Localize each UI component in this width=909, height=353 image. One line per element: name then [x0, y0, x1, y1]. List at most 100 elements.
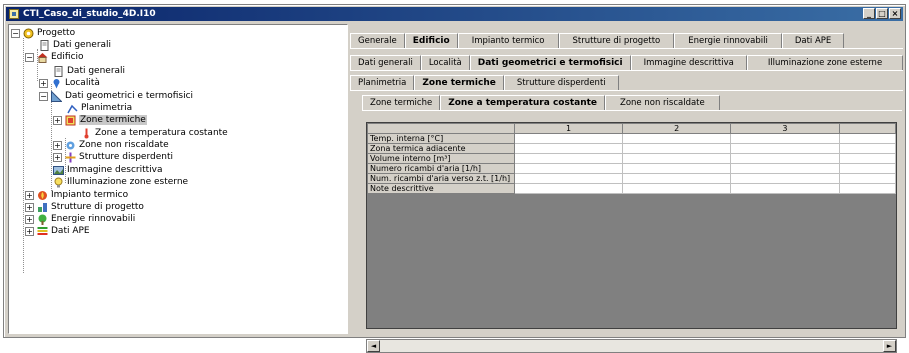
maximize-button[interactable]: □	[876, 8, 888, 19]
app-window: CTI_Caso_di_studio_4D.I10 _ □ × − Proget…	[3, 4, 906, 353]
tree-item-strutture-disperdenti[interactable]: + Strutture disperdenti	[53, 151, 173, 163]
tab-dati-ape[interactable]: Dati APE	[781, 33, 845, 48]
expand-icon[interactable]: +	[53, 152, 62, 162]
tree-item-zone-termiche[interactable]: + Zone termiche	[53, 114, 147, 126]
tab-dati-generali[interactable]: Dati generali	[350, 55, 421, 70]
scroll-track[interactable]: ◄ ►	[366, 339, 897, 353]
row-header: Num. ricambi d'aria verso z.t. [1/h]	[367, 173, 515, 184]
expand-icon[interactable]: +	[25, 190, 34, 200]
tree-item-dati-ape[interactable]: + Dati APE	[25, 225, 90, 237]
expand-icon[interactable]: +	[39, 78, 48, 88]
tab-planimetria[interactable]: Planimetria	[350, 75, 415, 90]
grid-cell[interactable]	[622, 173, 732, 184]
thermometer-icon	[81, 128, 92, 139]
document-icon	[53, 65, 64, 77]
table-row: Note descrittive	[367, 183, 896, 194]
grid-cell[interactable]	[513, 143, 624, 154]
grid-cell[interactable]	[513, 183, 624, 194]
ruler-icon	[51, 89, 63, 102]
column-header[interactable]: 1	[513, 123, 624, 134]
tab-dati-geometrici[interactable]: Dati geometrici e termofisici	[469, 55, 631, 70]
column-header[interactable]: 3	[730, 123, 840, 134]
tree-item-dati-generali[interactable]: Dati generali	[39, 39, 111, 51]
grid-cell[interactable]	[622, 133, 732, 144]
tab-strutture-progetto[interactable]: Strutture di progetto	[558, 33, 675, 48]
table-row: Zona termica adiacente	[367, 143, 896, 154]
tab-energie-rinnovabili[interactable]: Energie rinnovabili	[674, 33, 782, 48]
horizontal-scrollbar[interactable]: ◄ ►	[366, 339, 897, 353]
tree-item-localita[interactable]: + Località	[39, 77, 100, 89]
data-grid[interactable]: 1 2 3 Temp. interna [°C] Zona termica ad…	[366, 122, 897, 329]
expand-icon[interactable]: +	[25, 226, 34, 236]
tree-item-planimetria[interactable]: Planimetria	[67, 102, 132, 114]
tab-illuminazione-zone-esterne[interactable]: Illuminazione zone esterne	[746, 55, 904, 70]
expand-icon[interactable]: +	[25, 214, 34, 224]
tree-item-zone-non-riscaldate[interactable]: + Zone non riscaldate	[53, 139, 169, 151]
row-header: Temp. interna [°C]	[367, 133, 515, 144]
grid-cell[interactable]	[622, 153, 732, 164]
structure-icon	[65, 152, 76, 163]
tab-immagine-descrittiva[interactable]: Immagine descrittiva	[630, 55, 747, 70]
grid-cell[interactable]	[513, 153, 624, 164]
column-header[interactable]: 2	[622, 123, 732, 134]
grid-cell[interactable]	[622, 183, 732, 194]
expand-icon[interactable]: +	[53, 140, 62, 150]
row-header: Zona termica adiacente	[367, 143, 515, 154]
grid-cell[interactable]	[838, 133, 896, 144]
grid-cell[interactable]	[730, 173, 840, 184]
app-icon	[9, 9, 19, 19]
grid-cell[interactable]	[838, 153, 896, 164]
tree-item-immagine-descrittiva[interactable]: Immagine descrittiva	[53, 164, 163, 176]
tree-item-edificio-dati-generali[interactable]: Dati generali	[53, 65, 125, 77]
project-tree[interactable]: − Progetto Dati generali − Edificio Dati…	[8, 24, 348, 334]
tree-item-edificio[interactable]: − Edificio	[25, 51, 84, 63]
expand-icon[interactable]: +	[25, 202, 34, 212]
grid-cell[interactable]	[622, 143, 732, 154]
expand-icon[interactable]: +	[53, 115, 62, 125]
close-button[interactable]: ×	[889, 8, 901, 19]
tree-item-impianto-termico[interactable]: + Impianto termico	[25, 189, 128, 201]
tabs-level3: Planimetria Zone termiche Strutture disp…	[350, 75, 619, 90]
table-row: Numero ricambi d'aria [1/h]	[367, 163, 896, 174]
tab-strutture-disperdenti[interactable]: Strutture disperdenti	[503, 75, 619, 90]
collapse-icon[interactable]: −	[25, 52, 34, 62]
tab-sub-zone-termiche[interactable]: Zone termiche	[362, 95, 441, 110]
row-header: Note descrittive	[367, 183, 515, 194]
grid-corner	[367, 123, 515, 134]
grid-cell[interactable]	[838, 163, 896, 174]
grid-cell[interactable]	[730, 143, 840, 154]
grid-cell[interactable]	[838, 173, 896, 184]
grid-header-row: 1 2 3	[367, 123, 896, 134]
location-icon	[51, 78, 62, 89]
tab-edificio[interactable]: Edificio	[404, 33, 458, 48]
tab-zone-temperatura-costante[interactable]: Zone a temperatura costante	[440, 95, 606, 110]
grid-cell[interactable]	[838, 183, 896, 194]
tree-item-progetto[interactable]: − Progetto	[11, 27, 75, 39]
tabs-level4: Zone termiche Zone a temperatura costant…	[362, 95, 720, 110]
tabs-level1: Generale Edificio Impianto termico Strut…	[350, 33, 845, 48]
detail-panel: Generale Edificio Impianto termico Strut…	[350, 24, 904, 353]
grid-cell[interactable]	[622, 163, 732, 174]
tree-item-energie-rinnovabili[interactable]: + Energie rinnovabili	[25, 213, 135, 225]
grid-cell[interactable]	[730, 153, 840, 164]
grid-cell[interactable]	[730, 163, 840, 174]
tab-generale[interactable]: Generale	[350, 33, 405, 48]
grid-cell[interactable]	[838, 143, 896, 154]
minimize-button[interactable]: _	[863, 8, 875, 19]
row-header: Numero ricambi d'aria [1/h]	[367, 163, 515, 174]
tree-item-strutture-progetto[interactable]: + Strutture di progetto	[25, 201, 144, 213]
grid-cell[interactable]	[730, 183, 840, 194]
grid-cell[interactable]	[513, 173, 624, 184]
tab-impianto-termico[interactable]: Impianto termico	[457, 33, 559, 48]
tree-item-dati-geometrici[interactable]: − Dati geometrici e termofisici	[39, 89, 193, 102]
tab-zone-termiche[interactable]: Zone termiche	[414, 75, 504, 90]
tab-localita[interactable]: Località	[420, 55, 470, 70]
tree-item-illuminazione[interactable]: Illuminazione zone esterne	[53, 176, 188, 188]
collapse-icon[interactable]: −	[11, 28, 20, 38]
grid-cell[interactable]	[730, 133, 840, 144]
tree-item-zone-temperatura-costante[interactable]: Zone a temperatura costante	[81, 127, 228, 139]
grid-cell[interactable]	[513, 163, 624, 174]
grid-cell[interactable]	[513, 133, 624, 144]
tab-zone-non-riscaldate[interactable]: Zone non riscaldate	[605, 95, 720, 110]
collapse-icon[interactable]: −	[39, 91, 48, 101]
